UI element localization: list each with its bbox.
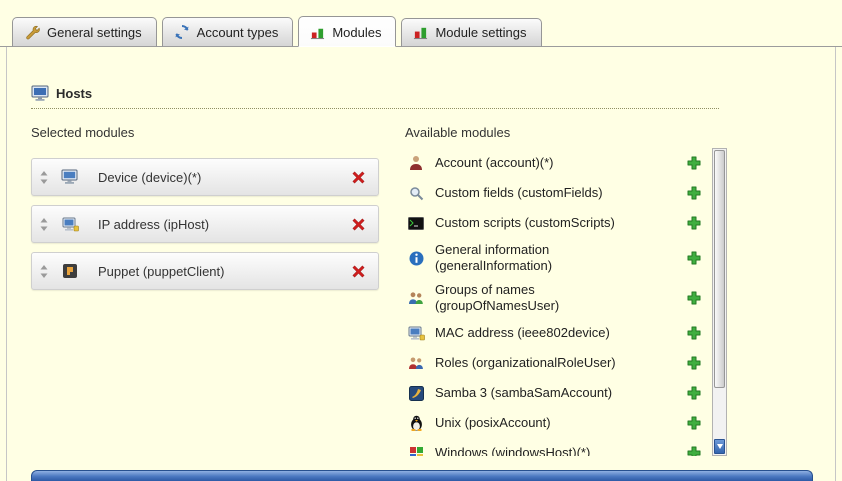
magnifier-icon bbox=[405, 186, 427, 201]
available-modules-list: Account (account)(*) Custom fields (cust… bbox=[405, 148, 727, 456]
drag-handle-icon[interactable] bbox=[40, 171, 48, 184]
available-module-label: Samba 3 (sambaSamAccount) bbox=[435, 385, 643, 401]
available-modules-heading: Available modules bbox=[405, 125, 727, 140]
info-icon bbox=[405, 251, 427, 266]
green-plus-icon bbox=[687, 386, 701, 400]
add-module-button[interactable] bbox=[687, 446, 701, 456]
tab-general-settings[interactable]: General settings bbox=[12, 17, 157, 47]
selected-module-label: Puppet (puppetClient) bbox=[98, 264, 351, 279]
available-module-label: Roles (organizationalRoleUser) bbox=[435, 355, 643, 371]
drag-handle-icon[interactable] bbox=[40, 265, 48, 278]
windows-icon bbox=[405, 446, 427, 457]
available-module-label: Custom fields (customFields) bbox=[435, 185, 643, 201]
selected-module-label: Device (device)(*) bbox=[98, 170, 351, 185]
green-plus-icon bbox=[687, 186, 701, 200]
green-plus-icon bbox=[687, 326, 701, 340]
available-module-label: MAC address (ieee802device) bbox=[435, 325, 643, 341]
add-module-button[interactable] bbox=[687, 326, 701, 340]
drag-handle-icon[interactable] bbox=[40, 218, 48, 231]
available-module-row: MAC address (ieee802device) bbox=[405, 318, 707, 348]
ip-address-icon bbox=[58, 217, 82, 232]
account-icon bbox=[405, 155, 427, 171]
selected-module-row: Puppet (puppetClient) bbox=[31, 252, 379, 290]
tux-icon bbox=[405, 415, 427, 431]
green-plus-icon bbox=[687, 416, 701, 430]
available-modules-column: Available modules Account (account)(*) bbox=[405, 125, 727, 456]
add-module-button[interactable] bbox=[687, 156, 701, 170]
available-module-row: Samba 3 (sambaSamAccount) bbox=[405, 378, 707, 408]
red-x-icon bbox=[351, 217, 366, 232]
green-plus-icon bbox=[687, 356, 701, 370]
green-plus-icon bbox=[687, 216, 701, 230]
device-icon bbox=[58, 169, 82, 185]
available-module-label: Groups of names (groupOfNamesUser) bbox=[435, 282, 643, 314]
wrench-icon bbox=[24, 24, 40, 40]
samba-icon bbox=[405, 386, 427, 401]
available-module-row: Groups of names (groupOfNamesUser) bbox=[405, 278, 707, 318]
remove-module-button[interactable] bbox=[351, 170, 366, 185]
add-module-button[interactable] bbox=[687, 291, 701, 305]
available-module-label: Custom scripts (customScripts) bbox=[435, 215, 643, 231]
scroll-down-button[interactable] bbox=[714, 439, 725, 454]
available-module-label: General information (generalInformation) bbox=[435, 242, 643, 274]
add-module-button[interactable] bbox=[687, 186, 701, 200]
add-module-button[interactable] bbox=[687, 416, 701, 430]
bottom-panel-edge bbox=[31, 470, 813, 481]
modules-icon bbox=[310, 25, 325, 40]
available-module-row: Windows (windowsHost)(*) bbox=[405, 438, 707, 456]
terminal-icon bbox=[405, 217, 427, 230]
section-title: Hosts bbox=[56, 86, 92, 101]
red-x-icon bbox=[351, 264, 366, 279]
tab-label: General settings bbox=[47, 25, 142, 40]
remove-module-button[interactable] bbox=[351, 217, 366, 232]
selected-module-label: IP address (ipHost) bbox=[98, 217, 351, 232]
selected-module-row: IP address (ipHost) bbox=[31, 205, 379, 243]
selected-modules-heading: Selected modules bbox=[31, 125, 379, 140]
group-icon bbox=[405, 291, 427, 305]
tab-bar: General settings Account types Modules M… bbox=[0, 0, 842, 47]
tab-label: Account types bbox=[197, 25, 279, 40]
green-plus-icon bbox=[687, 446, 701, 456]
available-module-row: Custom scripts (customScripts) bbox=[405, 208, 707, 238]
available-module-row: Roles (organizationalRoleUser) bbox=[405, 348, 707, 378]
available-module-row: Account (account)(*) bbox=[405, 148, 707, 178]
tab-label: Module settings bbox=[435, 25, 526, 40]
add-module-button[interactable] bbox=[687, 251, 701, 265]
tab-modules[interactable]: Modules bbox=[298, 16, 396, 47]
computer-icon bbox=[31, 85, 49, 102]
available-module-label: Account (account)(*) bbox=[435, 155, 643, 171]
arrow-down-icon bbox=[717, 444, 723, 449]
available-module-row: Unix (posixAccount) bbox=[405, 408, 707, 438]
modules-panel: Hosts Selected modules Device (device)(*… bbox=[6, 47, 836, 481]
roles-icon bbox=[405, 356, 427, 370]
add-module-button[interactable] bbox=[687, 356, 701, 370]
available-module-label: Windows (windowsHost)(*) bbox=[435, 445, 643, 456]
tab-account-types[interactable]: Account types bbox=[162, 17, 294, 47]
green-plus-icon bbox=[687, 156, 701, 170]
add-module-button[interactable] bbox=[687, 386, 701, 400]
sync-arrows-icon bbox=[174, 24, 190, 40]
hosts-heading: Hosts bbox=[31, 85, 719, 109]
selected-module-row: Device (device)(*) bbox=[31, 158, 379, 196]
available-module-label: Unix (posixAccount) bbox=[435, 415, 643, 431]
red-x-icon bbox=[351, 170, 366, 185]
scrollbar[interactable] bbox=[712, 148, 727, 456]
puppet-icon bbox=[58, 263, 82, 279]
add-module-button[interactable] bbox=[687, 216, 701, 230]
green-plus-icon bbox=[687, 291, 701, 305]
scrollbar-thumb[interactable] bbox=[714, 150, 725, 388]
network-device-icon bbox=[405, 326, 427, 341]
green-plus-icon bbox=[687, 251, 701, 265]
module-columns: Selected modules Device (device)(*) bbox=[31, 125, 811, 456]
remove-module-button[interactable] bbox=[351, 264, 366, 279]
module-settings-icon bbox=[413, 25, 428, 40]
tab-label: Modules bbox=[332, 25, 381, 40]
selected-modules-column: Selected modules Device (device)(*) bbox=[31, 125, 379, 456]
available-module-row: Custom fields (customFields) bbox=[405, 178, 707, 208]
available-module-row: General information (generalInformation) bbox=[405, 238, 707, 278]
tab-module-settings[interactable]: Module settings bbox=[401, 18, 541, 47]
